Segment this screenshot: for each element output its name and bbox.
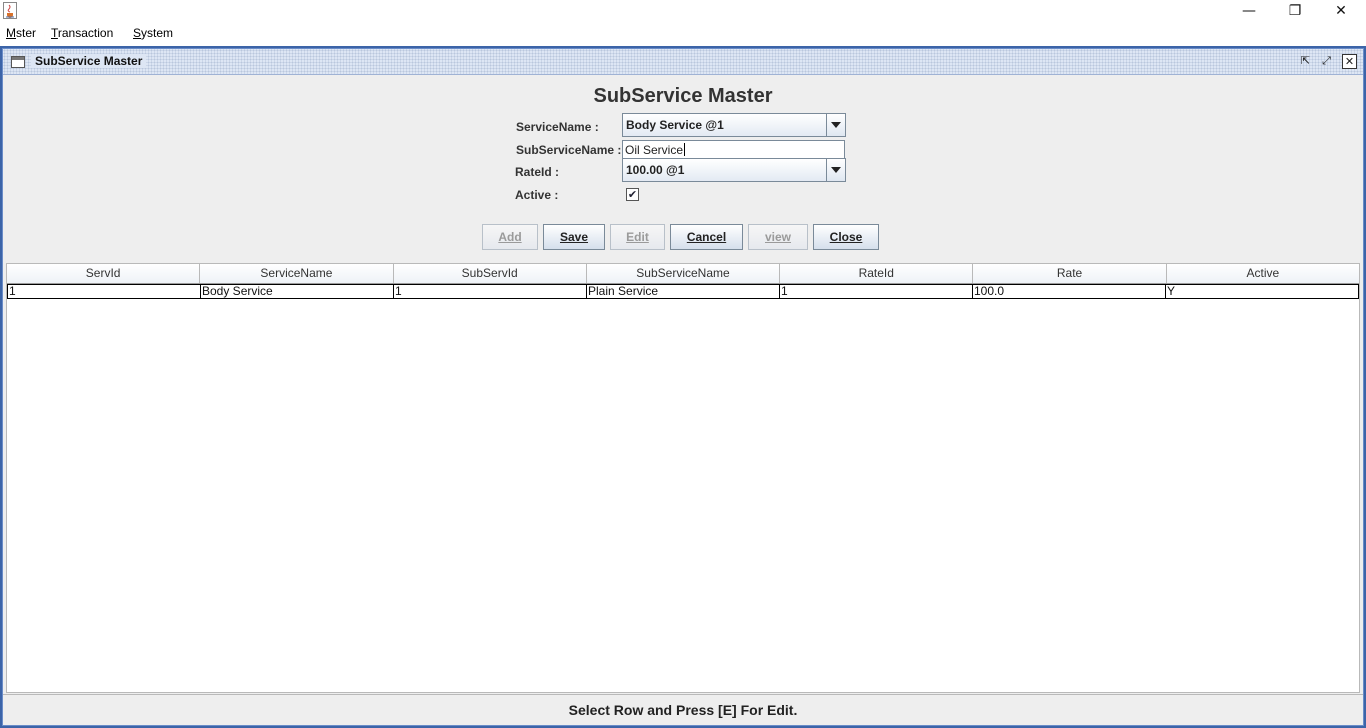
column-header-rate[interactable]: Rate [973, 264, 1167, 283]
column-header-subservid[interactable]: SubServId [394, 264, 587, 283]
frame-window-icon [11, 56, 25, 68]
rate-id-label: RateId : [515, 165, 560, 179]
table-header: ServId ServiceName SubServId SubServiceN… [7, 264, 1359, 284]
combo-arrow-icon[interactable] [826, 159, 845, 181]
table-cell[interactable]: 1 [394, 285, 587, 298]
menu-master[interactable]: Mster [6, 26, 36, 40]
frame-iconify-icon[interactable]: ⇱ [1298, 54, 1313, 69]
table-cell[interactable]: 1 [8, 285, 201, 298]
frame-title-bar[interactable]: SubService Master ⇱ ⤢ ✕ [3, 49, 1363, 75]
menu-label: ster [16, 26, 37, 40]
window-title-bar: — ❐ ✕ [0, 0, 1366, 22]
table-cell[interactable]: 100.0 [973, 285, 1166, 298]
rate-id-value: 100.00 @1 [626, 163, 685, 177]
table-cell[interactable]: Body Service [201, 285, 394, 298]
frame-title: SubService Master [31, 54, 147, 68]
subservice-name-field[interactable]: Oil Service [622, 140, 845, 159]
close-button[interactable]: Close [813, 224, 879, 250]
menu-label: ransaction [57, 26, 114, 40]
service-name-label: ServiceName : [516, 120, 599, 134]
table-cell[interactable]: Y [1166, 285, 1358, 298]
menu-system[interactable]: System [133, 26, 173, 40]
text-caret [684, 143, 686, 156]
subservice-table[interactable]: ServId ServiceName SubServId SubServiceN… [6, 263, 1360, 693]
rate-id-combo[interactable]: 100.00 @1 [622, 158, 846, 182]
window-restore-button[interactable]: ❐ [1272, 0, 1318, 22]
menu-mnemonic: M [6, 26, 16, 40]
table-cell[interactable]: 1 [780, 285, 973, 298]
menu-label: ystem [141, 26, 174, 40]
save-button[interactable]: Save [543, 224, 605, 250]
java-cup-icon [3, 2, 17, 19]
column-header-rateid[interactable]: RateId [780, 264, 974, 283]
table-row[interactable]: 1 Body Service 1 Plain Service 1 100.0 Y [7, 284, 1359, 299]
active-label: Active : [515, 188, 559, 202]
view-button[interactable]: view [748, 224, 808, 250]
frame-maximize-icon[interactable]: ⤢ [1319, 54, 1334, 69]
add-button[interactable]: Add [482, 224, 538, 250]
column-header-servicename[interactable]: ServiceName [200, 264, 394, 283]
edit-button[interactable]: Edit [610, 224, 665, 250]
status-message: Select Row and Press [E] For Edit. [3, 694, 1363, 725]
subservice-master-frame: SubService Master ⇱ ⤢ ✕ SubService Maste… [2, 48, 1364, 726]
service-name-combo[interactable]: Body Service @1 [622, 113, 846, 137]
desktop-pane: SubService Master ⇱ ⤢ ✕ SubService Maste… [0, 46, 1366, 728]
combo-arrow-icon[interactable] [826, 114, 845, 136]
menu-bar: Mster Transaction System [0, 22, 1366, 46]
menu-transaction[interactable]: Transaction [51, 26, 113, 40]
table-cell[interactable]: Plain Service [587, 285, 780, 298]
window-minimize-button[interactable]: — [1226, 0, 1272, 22]
service-name-value: Body Service @1 [626, 118, 724, 132]
checkbox-check-icon: ✔ [627, 188, 638, 201]
table-body: 1 Body Service 1 Plain Service 1 100.0 Y [7, 284, 1359, 299]
frame-close-icon[interactable]: ✕ [1342, 54, 1357, 69]
window-close-button[interactable]: ✕ [1318, 0, 1364, 22]
column-header-servid[interactable]: ServId [7, 264, 201, 283]
column-header-subservicename[interactable]: SubServiceName [587, 264, 781, 283]
subservice-name-label: SubServiceName : [516, 143, 622, 157]
column-header-active[interactable]: Active [1167, 264, 1359, 283]
menu-mnemonic: S [133, 26, 142, 40]
menu-mnemonic: T [51, 26, 58, 40]
subservice-name-value: Oil Service [625, 143, 684, 157]
active-checkbox[interactable]: ✔ [626, 188, 639, 201]
cancel-button[interactable]: Cancel [670, 224, 743, 250]
form-title: SubService Master [593, 85, 773, 107]
